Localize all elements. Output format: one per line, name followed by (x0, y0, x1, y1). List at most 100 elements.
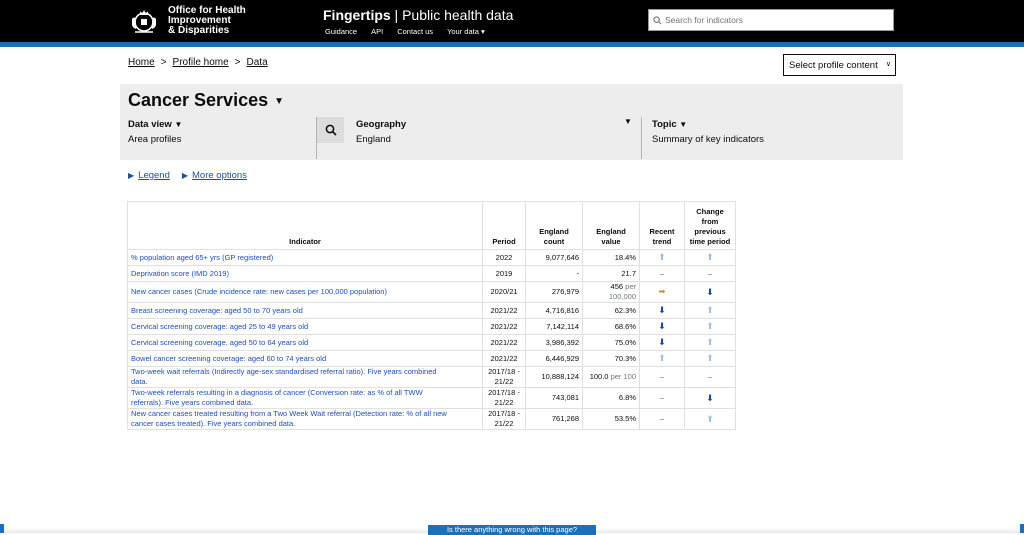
geography-label: Geography (356, 119, 407, 130)
indicator-name[interactable]: Cervical screening coverage: aged 25 to … (127, 318, 483, 335)
period-cell: 2021/22 (482, 318, 526, 335)
england-value-cell: 75.0% (582, 334, 640, 351)
brand-name: Fingertips (323, 7, 391, 23)
table-row: Breast screening coverage: aged 50 to 70… (127, 302, 736, 319)
change-cell[interactable]: ⬇ (684, 281, 736, 303)
more-options-link: More options (192, 170, 247, 181)
indicator-name[interactable]: Two-week wait referrals (Indirectly age-… (127, 366, 483, 388)
indicator-name[interactable]: % population aged 65+ yrs (GP registered… (127, 249, 483, 266)
table-row: Bowel cancer screening coverage: aged 60… (127, 350, 736, 367)
panel-divider (641, 117, 642, 159)
table-header-row: Indicator Period England count England val… (127, 201, 736, 250)
caret-down-icon: ▼ (274, 95, 285, 107)
indicator-name[interactable]: Breast screening coverage: aged 50 to 70… (127, 302, 483, 319)
search-input[interactable] (662, 15, 885, 25)
recent-trend-cell[interactable]: ⬇ (639, 302, 685, 319)
period-cell: 2020/21 (482, 281, 526, 303)
arrow-up-icon: ⬆ (658, 252, 666, 262)
recent-trend-cell[interactable]: – (639, 265, 685, 282)
breadcrumb-profile-home[interactable]: Profile home (173, 57, 229, 68)
profile-title-dropdown[interactable]: Cancer Services ▼ (128, 90, 284, 111)
nav-your-data[interactable]: Your data ▾ (447, 27, 485, 36)
recent-trend-cell[interactable]: – (639, 387, 685, 409)
indicator-name[interactable]: Bowel cancer screening coverage: aged 60… (127, 350, 483, 367)
topic-value: Summary of key indicators (652, 134, 764, 145)
table-row: New cancer cases treated resulting from … (127, 408, 736, 430)
nav-guidance[interactable]: Guidance (325, 27, 357, 36)
change-cell[interactable]: – (684, 265, 736, 282)
brand-separator: | (390, 7, 403, 23)
england-count-cell: 743,081 (525, 387, 583, 409)
arrow-up-icon: ⬆ (706, 321, 714, 331)
change-cell[interactable]: ⬆ (684, 302, 736, 319)
indicator-name[interactable]: New cancer cases treated resulting from … (127, 408, 483, 430)
table-row: Deprivation score (IMD 2019) 2019-21.7 – – (127, 265, 736, 282)
legend-toggle[interactable]: ▶ Legend (128, 170, 170, 181)
geography-search-button[interactable] (317, 117, 344, 143)
page-edge (0, 524, 4, 533)
period-cell: 2017/18 -21/22 (482, 366, 526, 388)
indicator-name[interactable]: Deprivation score (IMD 2019) (127, 265, 483, 282)
feedback-button[interactable]: Is there anything wrong with this page? (428, 525, 596, 535)
change-cell[interactable]: ⬆ (684, 318, 736, 335)
royal-crest-icon[interactable] (129, 7, 159, 35)
arrow-down-icon: ⬇ (658, 321, 666, 331)
england-value-cell: 456 per 100,000 (582, 281, 640, 303)
breadcrumb-data[interactable]: Data (247, 57, 268, 68)
brand-subtitle: Public health data (402, 7, 514, 23)
indicator-name[interactable]: Cervical screening coverage, aged 50 to … (127, 334, 483, 351)
england-count-cell: 10,888,124 (525, 366, 583, 388)
england-count-cell: 3,986,392 (525, 334, 583, 351)
change-cell[interactable]: – (684, 366, 736, 388)
topic-selector[interactable]: Topic ▼ (652, 119, 687, 130)
recent-trend-cell[interactable]: ➡ (639, 281, 685, 303)
breadcrumb-separator: > (234, 57, 241, 68)
col-england-value: England value (582, 201, 640, 250)
org-line: & Disparities (168, 25, 230, 36)
table-row: Two-week wait referrals (Indirectly age-… (127, 366, 736, 388)
recent-trend-cell[interactable]: – (639, 408, 685, 430)
change-cell[interactable]: ⬇ (684, 387, 736, 409)
change-cell[interactable]: ⬆ (684, 334, 736, 351)
site-brand[interactable]: Fingertips | Public health data (323, 7, 513, 23)
arrow-up-icon: ⬆ (706, 353, 714, 363)
england-count-cell: 761,268 (525, 408, 583, 430)
more-options-toggle[interactable]: ▶ More options (182, 170, 247, 181)
breadcrumb-home[interactable]: Home (128, 57, 155, 68)
arrow-up-icon: ⬆ (706, 252, 714, 262)
recent-trend-cell[interactable]: ⬆ (639, 249, 685, 266)
period-cell: 2021/22 (482, 302, 526, 319)
recent-trend-cell[interactable]: ⬇ (639, 334, 685, 351)
profile-content-select[interactable]: Select profile content ∨ (783, 54, 896, 76)
table-row: % population aged 65+ yrs (GP registered… (127, 249, 736, 266)
period-cell: 2022 (482, 249, 526, 266)
arrow-up-icon: ⬆ (706, 305, 714, 315)
recent-trend-cell[interactable]: – (639, 366, 685, 388)
recent-trend-cell[interactable]: ⬆ (639, 350, 685, 367)
period-cell: 2019 (482, 265, 526, 282)
col-indicator[interactable]: Indicator (127, 201, 483, 250)
recent-trend-cell[interactable]: ⬇ (639, 318, 685, 335)
arrow-down-icon: ⬇ (706, 286, 714, 297)
england-count-cell: 276,979 (525, 281, 583, 303)
nav-contact-us[interactable]: Contact us (397, 27, 433, 36)
table-row: Cervical screening coverage: aged 25 to … (127, 318, 736, 335)
nav-api[interactable]: API (371, 27, 383, 36)
table-options: ▶ Legend ▶ More options (128, 170, 247, 181)
profile-title: Cancer Services (128, 90, 269, 110)
arrow-down-icon: ⬇ (706, 392, 714, 403)
change-cell[interactable]: ⬆ (684, 408, 736, 430)
caret-down-icon: ▼ (679, 120, 688, 129)
data-view-selector[interactable]: Data view ▼ (128, 119, 182, 130)
arrow-down-icon: ⬇ (658, 337, 666, 347)
england-value-cell: 18.4% (582, 249, 640, 266)
indicator-name[interactable]: New cancer cases (Crude incidence rate: … (127, 281, 483, 303)
period-cell: 2021/22 (482, 334, 526, 351)
geography-caret-down-icon[interactable]: ▼ (624, 117, 632, 126)
indicator-name[interactable]: Two-week referrals resulting in a diagno… (127, 387, 483, 409)
geography-value[interactable]: England (356, 134, 391, 145)
change-cell[interactable]: ⬆ (684, 350, 736, 367)
org-name[interactable]: Office for Health Improvement & Disparit… (168, 6, 246, 36)
search-icon (653, 15, 662, 24)
change-cell[interactable]: ⬆ (684, 249, 736, 266)
